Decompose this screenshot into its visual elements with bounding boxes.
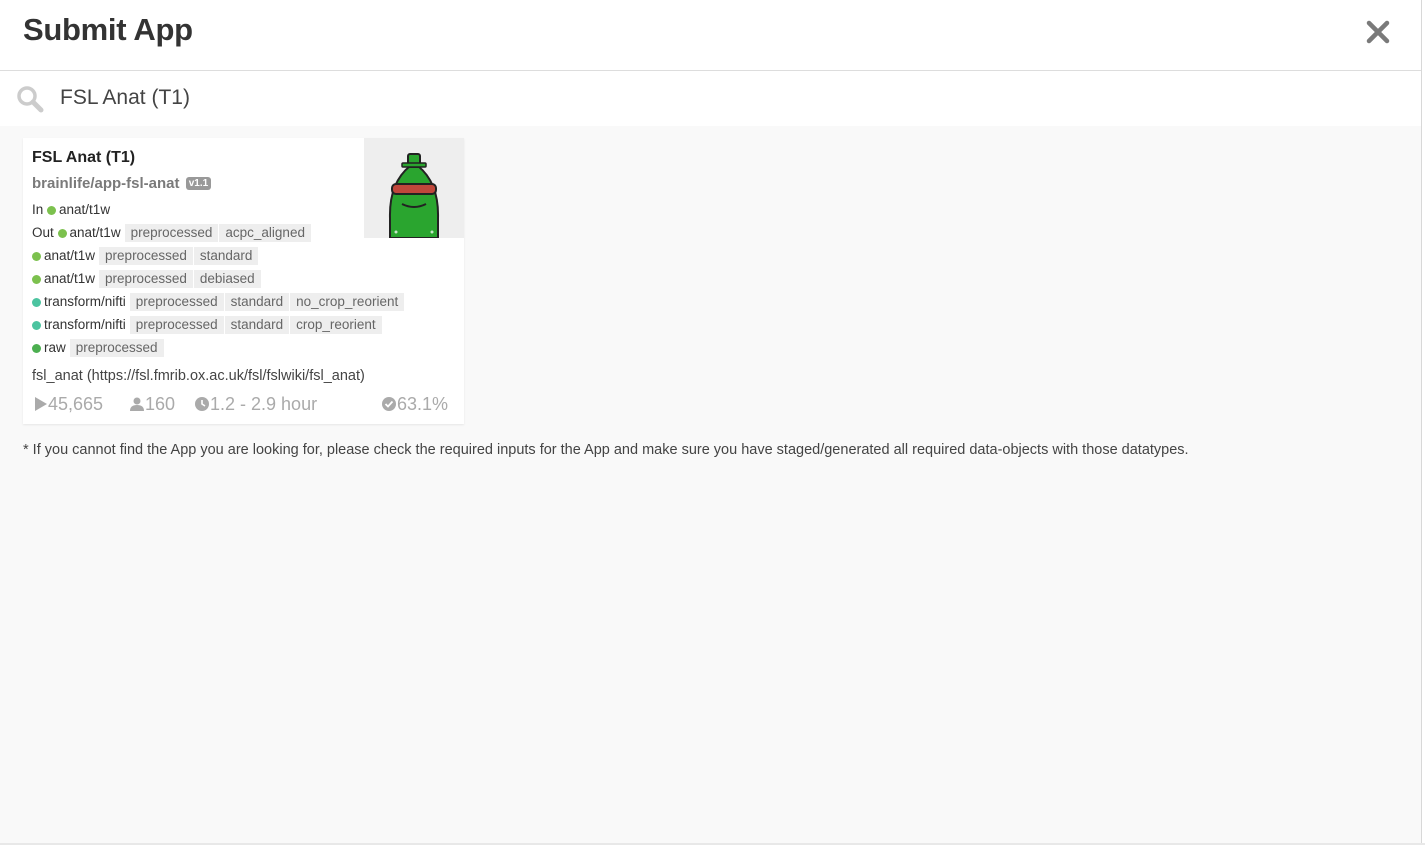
footnote: * If you cannot find the App you are loo… <box>23 442 1189 458</box>
search-icon <box>16 85 44 113</box>
user-icon <box>129 394 145 414</box>
search-input[interactable] <box>60 81 960 115</box>
search-bar <box>0 71 1422 126</box>
output-datatype: anat/t1w <box>44 271 96 286</box>
runtime-range: 1.2 - 2.9 hour <box>210 394 318 414</box>
datatype-dot-icon <box>57 229 67 238</box>
datatype-dot-icon <box>32 344 41 353</box>
datatype-tag: debiased <box>192 270 261 288</box>
output-label: Out <box>32 225 54 240</box>
app-name: FSL Anat (T1) <box>32 149 136 166</box>
app-avatar <box>364 138 464 238</box>
input-row: In anat/t1w <box>32 200 110 220</box>
output-row: anat/t1w preprocessed debiased <box>32 269 261 289</box>
runtime-stat: 1.2 - 2.9 hour <box>194 394 317 415</box>
app-stats: 45,665 160 1.2 - 2.9 hour 63.1% <box>23 392 464 418</box>
app-repo[interactable]: brainlife/app-fsl-anat v1.1 <box>32 175 212 192</box>
output-row: raw preprocessed <box>32 338 164 358</box>
datatype-tag: no_crop_reorient <box>289 293 405 311</box>
output-row: anat/t1w preprocessed standard <box>32 246 259 266</box>
users-count: 160 <box>145 394 176 414</box>
output-row: Out anat/t1w preprocessed acpc_aligned <box>32 223 311 243</box>
output-datatype: anat/t1w <box>69 225 121 240</box>
success-stat: 63.1% <box>381 394 448 415</box>
success-rate: 63.1% <box>397 394 449 414</box>
version-badge: v1.1 <box>185 177 212 190</box>
output-row: transform/nifti preprocessed standard crop_… <box>32 315 382 335</box>
modal-title: Submit App <box>23 12 193 47</box>
runs-count: 45,665 <box>48 394 104 414</box>
datatype-tag: crop_reorient <box>289 316 382 334</box>
output-datatype: transform/nifti <box>44 317 126 332</box>
datatype-tag: standard <box>223 316 290 334</box>
app-card[interactable]: FSL Anat (T1) brainlife/app-fsl-anat v1.… <box>23 138 464 424</box>
output-row: transform/nifti preprocessed standard no_cr… <box>32 292 405 312</box>
datatype-tag: preprocessed <box>124 224 219 242</box>
output-datatype: raw <box>44 340 66 355</box>
app-description: fsl_anat (https://fsl.fmrib.ox.ac.uk/fsl… <box>32 368 365 384</box>
app-repo-label: brainlife/app-fsl-anat <box>32 175 180 192</box>
datatype-dot-icon <box>32 275 41 284</box>
datatype-dot-icon <box>47 206 57 215</box>
output-datatype: transform/nifti <box>44 294 126 309</box>
play-icon <box>34 394 48 414</box>
datatype-tag: standard <box>192 247 259 265</box>
datatype-tag: standard <box>223 293 290 311</box>
modal-header: Submit App <box>0 0 1422 71</box>
datatype-tag: preprocessed <box>129 316 224 334</box>
datatype-tag: preprocessed <box>99 247 193 265</box>
close-icon[interactable] <box>1364 18 1392 46</box>
runs-stat: 45,665 <box>34 394 103 415</box>
datatype-tag: preprocessed <box>99 270 193 288</box>
datatype-tag: acpc_aligned <box>218 224 311 242</box>
input-datatype: anat/t1w <box>59 202 111 217</box>
datatype-tag: preprocessed <box>69 339 164 357</box>
users-stat: 160 <box>129 394 175 415</box>
input-label: In <box>32 202 44 217</box>
check-circle-icon <box>381 394 397 414</box>
output-datatype: anat/t1w <box>44 248 96 263</box>
datatype-dot-icon <box>32 321 41 330</box>
datatype-dot-icon <box>32 298 41 307</box>
datatype-dot-icon <box>32 252 41 261</box>
clock-icon <box>194 394 210 414</box>
datatype-tag: preprocessed <box>129 293 224 311</box>
